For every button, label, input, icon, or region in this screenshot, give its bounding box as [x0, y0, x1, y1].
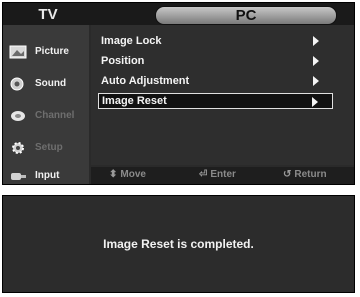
menu-item-image-reset[interactable]: Image Reset	[98, 93, 333, 109]
sidebar-item-label: Picture	[35, 46, 69, 57]
sidebar-item-label: Channel	[35, 110, 75, 121]
sidebar-item-picture[interactable]: Picture	[5, 39, 87, 64]
sidebar-item-setup[interactable]: Setup	[5, 135, 87, 160]
help-enter-label: Enter	[210, 169, 236, 180]
tv-label: TV	[38, 5, 58, 23]
message-dialog: Image Reset is completed.	[2, 195, 355, 293]
help-enter: ⏎ Enter	[199, 169, 236, 180]
category-sidebar: Picture Sound Channel Setup Input	[3, 25, 89, 185]
menu-item-auto-adjustment[interactable]: Auto Adjustment	[101, 73, 333, 89]
pc-tab[interactable]: PC	[155, 6, 337, 25]
menu-item-image-lock[interactable]: Image Lock	[101, 33, 333, 49]
speaker-icon	[9, 75, 27, 93]
sidebar-item-label: Setup	[35, 142, 63, 153]
help-move-label: Move	[120, 169, 146, 180]
menu-item-label: Auto Adjustment	[101, 75, 190, 87]
chevron-right-icon	[313, 36, 319, 46]
osd-menu-panel: TV PC Picture Sound Channel Setup Input …	[2, 2, 355, 185]
help-return: ↺ Return	[283, 169, 327, 180]
menu-item-label: Position	[101, 55, 145, 67]
chevron-right-icon	[312, 97, 318, 107]
sidebar-item-channel[interactable]: Channel	[5, 103, 87, 128]
input-plug-icon	[9, 167, 27, 185]
sidebar-item-sound[interactable]: Sound	[5, 71, 87, 96]
satellite-dish-icon	[9, 107, 27, 125]
help-bar: ⬍ Move ⏎ Enter ↺ Return	[91, 167, 354, 184]
up-down-arrows-icon: ⬍	[109, 169, 118, 180]
pc-menu-list: Image Lock Position Auto Adjustment Imag…	[91, 25, 354, 165]
chevron-right-icon	[313, 56, 319, 66]
menu-item-position[interactable]: Position	[101, 53, 333, 69]
gear-icon	[9, 139, 27, 157]
picture-icon	[9, 43, 27, 61]
menu-item-label: Image Reset	[102, 95, 167, 107]
sidebar-item-label: Sound	[35, 78, 67, 89]
help-move: ⬍ Move	[109, 169, 146, 180]
message-text: Image Reset is completed.	[103, 237, 254, 251]
menu-item-label: Image Lock	[101, 35, 162, 47]
chevron-right-icon	[313, 76, 319, 86]
osd-top-bar: TV PC	[3, 3, 354, 25]
sidebar-item-label: Input	[35, 170, 60, 181]
help-return-label: Return	[294, 169, 327, 180]
tv-osd-screenshot: TV PC Picture Sound Channel Setup Input …	[0, 0, 360, 297]
sidebar-item-input[interactable]: Input	[5, 163, 87, 185]
enter-icon: ⏎	[199, 169, 208, 180]
return-icon: ↺	[283, 169, 292, 180]
